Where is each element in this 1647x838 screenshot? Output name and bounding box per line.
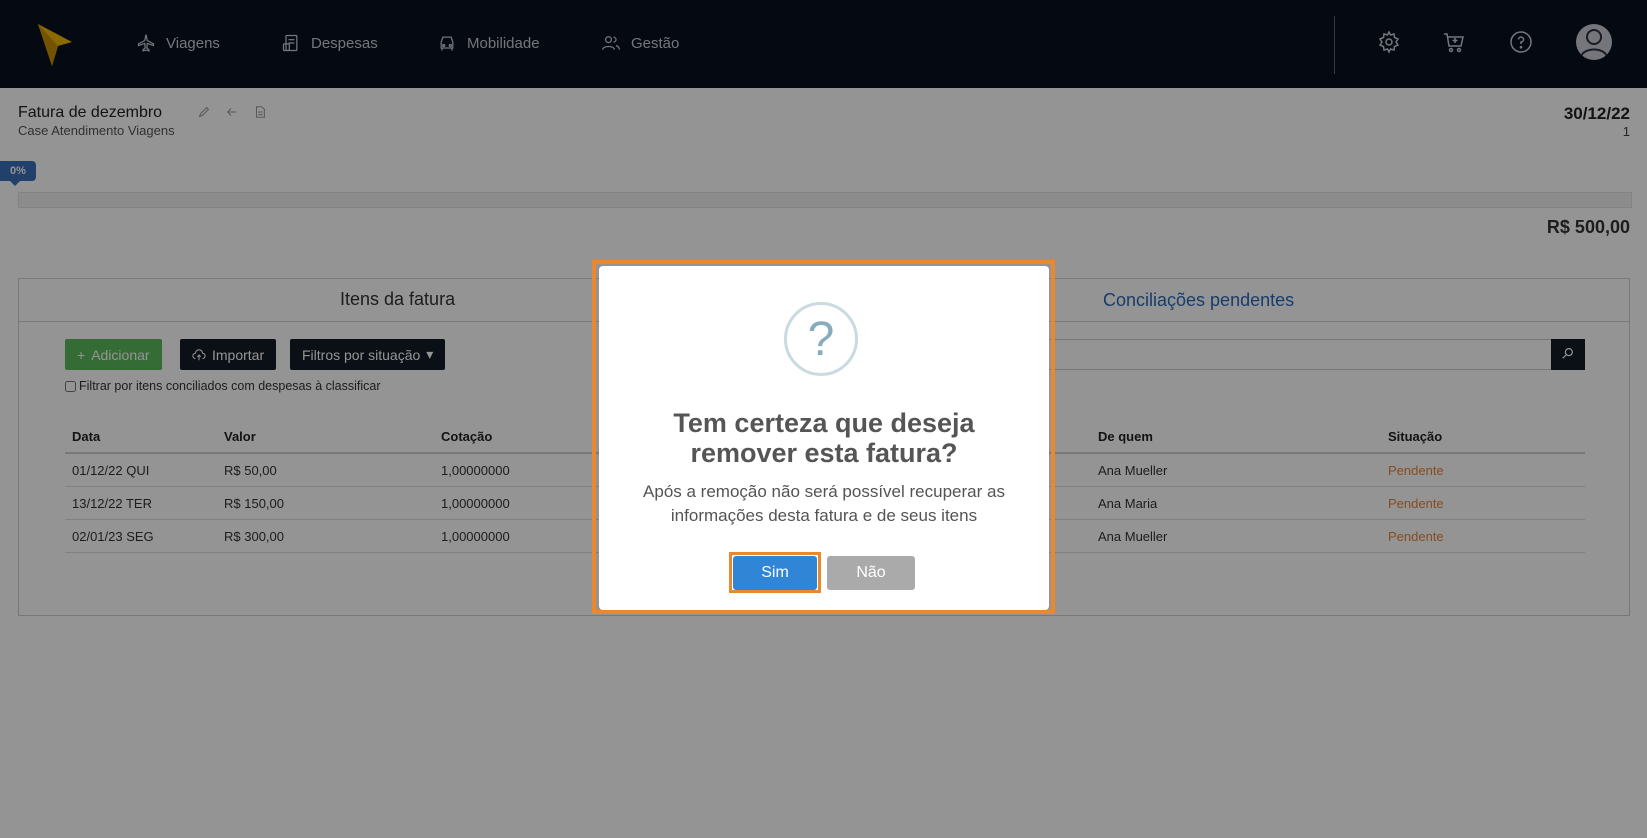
dialog-message-line: Após a remoção não será possível recuper… [643, 482, 1005, 501]
dialog-title-line: Tem certeza que deseja [673, 408, 975, 438]
confirm-delete-dialog: ? Tem certeza que deseja remover esta fa… [599, 266, 1049, 610]
cancel-button[interactable]: Não [827, 556, 915, 590]
dialog-message-line: informações desta fatura e de seus itens [670, 506, 978, 525]
dialog-title-line: remover esta fatura? [690, 438, 958, 468]
dialog-message: Após a remoção não será possível recuper… [619, 480, 1029, 528]
dialog-title: Tem certeza que deseja remover esta fatu… [599, 408, 1049, 468]
question-icon: ? [784, 302, 858, 376]
confirm-button[interactable]: Sim [733, 556, 817, 590]
